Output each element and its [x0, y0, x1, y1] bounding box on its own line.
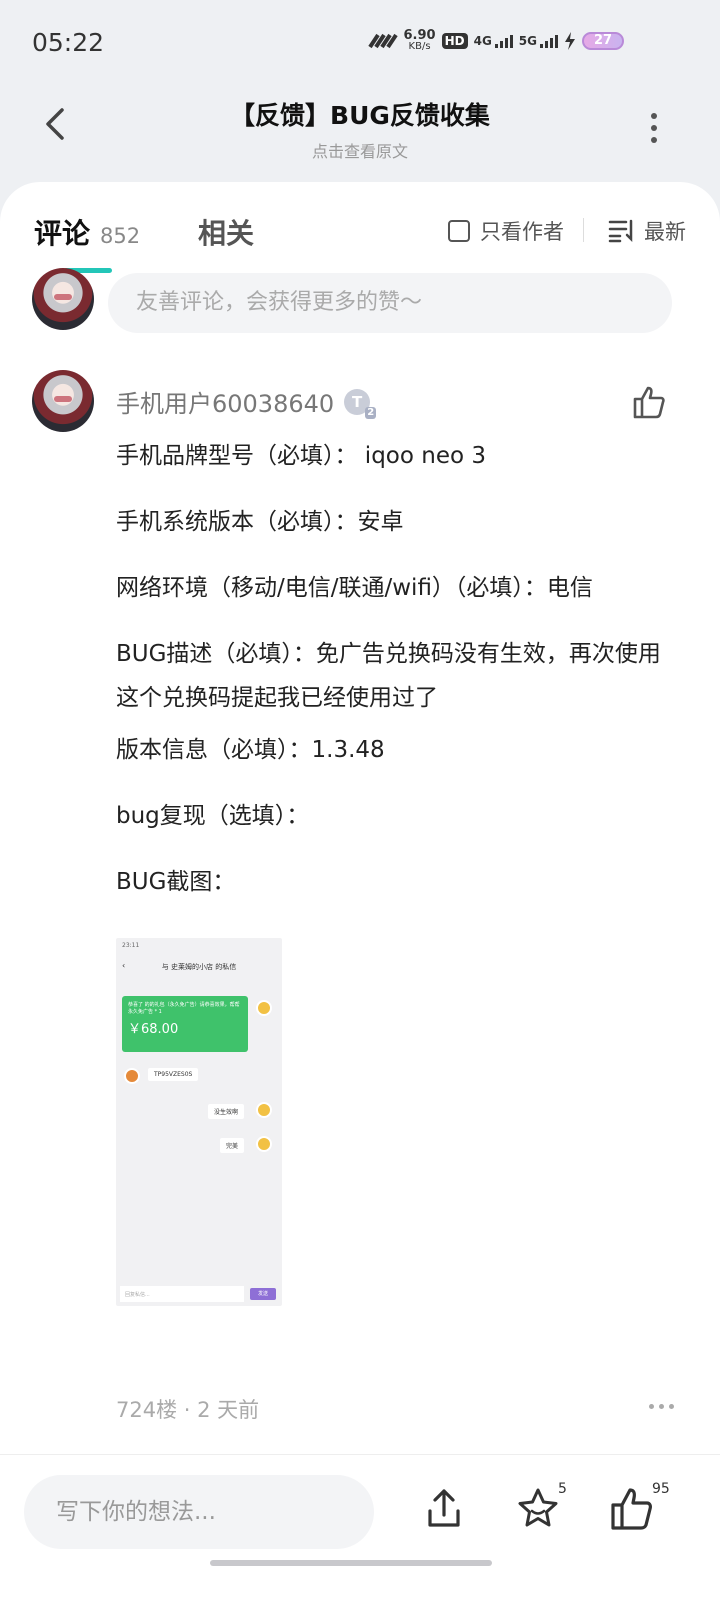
sort-button[interactable]: 最新: [608, 216, 686, 246]
comment-tabs: 评论 852 相关 只看作者 最新: [34, 212, 686, 273]
comments-count: 852: [100, 224, 141, 248]
title-block[interactable]: 【反馈】BUG反馈收集 点击查看原文: [120, 96, 600, 162]
thumbs-up-icon[interactable]: [632, 384, 668, 420]
screenshot-reply: 完美: [220, 1138, 245, 1153]
page-title: 【反馈】BUG反馈收集: [230, 101, 490, 130]
network-type-1: 4G: [473, 34, 492, 48]
write-comment-input[interactable]: 写下你的想法...: [24, 1475, 374, 1549]
comment-line: BUG截图：: [116, 869, 236, 895]
tab-comments-label: 评论: [34, 217, 91, 250]
like-count: 95: [652, 1481, 670, 1497]
screenshot-avatar: [124, 1068, 140, 1084]
screenshot-avatar: [256, 1102, 272, 1118]
battery-icon: 27: [582, 32, 624, 50]
comment-line: bug复现（选填）：: [116, 803, 310, 829]
network-speed-value: 6.90: [403, 28, 436, 43]
screenshot-title: 与 史莱姆的小店 的私信: [161, 963, 237, 971]
screenshot-send: 发送: [250, 1288, 276, 1300]
my-avatar: [32, 268, 94, 330]
network-speed: 6.90 KB/s: [403, 28, 436, 52]
tab-related[interactable]: 相关: [198, 212, 254, 252]
comments-card: 评论 852 相关 只看作者 最新 友善评论，会获得更多的赞～ 手机用户60038…: [0, 182, 720, 1482]
share-icon[interactable]: [420, 1485, 468, 1533]
signal-4g-icon: 4G: [474, 34, 513, 48]
bug-screenshot-image[interactable]: 23:11 ‹ 与 史莱姆的小店 的私信 恭喜了 的的礼包（永久免广告）请恭喜效…: [116, 938, 282, 1306]
comment-line: 版本信息（必填）：1.3.48: [116, 737, 385, 763]
comment-author[interactable]: 手机用户60038640 T2: [116, 384, 377, 419]
comment-input[interactable]: 友善评论，会获得更多的赞～: [108, 273, 672, 333]
signal-5g-icon: 5G: [519, 34, 558, 48]
back-icon[interactable]: [36, 104, 76, 144]
network-type-2: 5G: [518, 34, 537, 48]
status-icons: 6.90 KB/s HD 4G 5G 27: [367, 28, 624, 52]
author-only-checkbox[interactable]: [448, 220, 470, 242]
tab-comments[interactable]: 评论 852: [34, 212, 140, 252]
screenshot-time: 23:11: [122, 942, 140, 949]
home-indicator[interactable]: [210, 1560, 492, 1566]
status-bar: 05:22 6.90 KB/s HD 4G 5G 27: [0, 0, 720, 80]
star-count: 5: [558, 1481, 567, 1497]
charging-icon: [565, 32, 575, 50]
level-letter: T: [352, 392, 363, 411]
screenshot-avatar: [256, 1136, 272, 1152]
divider: [583, 218, 584, 242]
comment-line: 手机系统版本（必填）：安卓: [116, 509, 404, 535]
view-original-link[interactable]: 点击查看原文: [120, 138, 600, 162]
more-options-icon[interactable]: [644, 110, 664, 144]
bottom-action-bar: 写下你的想法... 5 95: [0, 1454, 720, 1605]
screenshot-gift-text: 恭喜了 的的礼包（永久免广告）请恭喜效果，帮帮永久免广告 * 1: [128, 1002, 240, 1015]
screenshot-gift-price: ￥68.00: [128, 1022, 179, 1037]
level-badge-icon: T2: [344, 388, 377, 419]
status-time: 05:22: [32, 28, 105, 57]
commenter-avatar[interactable]: [32, 370, 94, 432]
comment-body: 手机品牌型号（必填）： iqoo neo 3 手机系统版本（必填）：安卓 网络环…: [116, 434, 676, 926]
author-only-toggle[interactable]: 只看作者: [448, 216, 564, 246]
sort-label: 最新: [644, 220, 686, 244]
app-notification-icon: [367, 33, 398, 49]
comment-floor-time: 724楼 · 2 天前: [116, 1398, 260, 1422]
hd-icon: HD: [441, 33, 468, 49]
comment-more-icon[interactable]: [649, 1404, 674, 1409]
author-only-label: 只看作者: [480, 220, 564, 244]
screenshot-code: TP95VZES0S: [148, 1068, 199, 1081]
top-header: 【反馈】BUG反馈收集 点击查看原文: [0, 80, 720, 180]
screenshot-avatar: [256, 1000, 272, 1016]
screenshot-reply: 没生效啊: [208, 1104, 245, 1119]
like-icon[interactable]: [608, 1485, 656, 1533]
screenshot-input: 回复私信...: [120, 1286, 244, 1302]
comment-line: 手机品牌型号（必填）： iqoo neo 3: [116, 443, 486, 469]
star-icon[interactable]: [514, 1485, 562, 1533]
comment-line: BUG描述（必填）：免广告兑换码没有生效，再次使用这个兑换码提起我已经使用过了: [116, 641, 661, 711]
screenshot-gift-card: 恭喜了 的的礼包（永久免广告）请恭喜效果，帮帮永久免广告 * 1 ￥68.00: [122, 996, 248, 1052]
author-name: 手机用户60038640: [116, 390, 335, 418]
sort-icon: [608, 219, 633, 243]
level-number: 2: [365, 406, 377, 419]
comment-line: 网络环境（移动/电信/联通/wifi）（必填）：电信: [116, 575, 593, 601]
